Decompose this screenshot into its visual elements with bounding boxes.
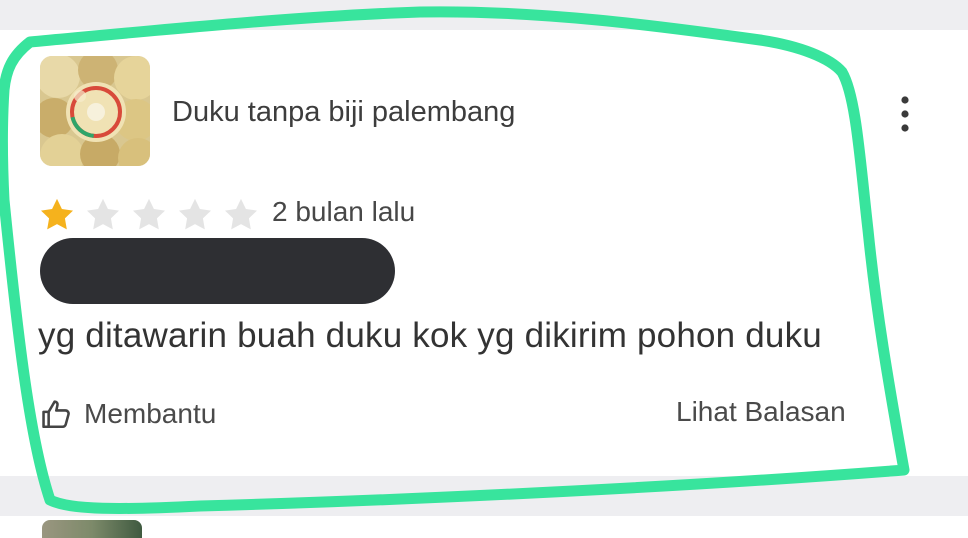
helpful-label: Membantu — [84, 398, 217, 429]
page-background-bottom — [0, 476, 968, 516]
thumbs-up-icon — [42, 400, 70, 429]
product-name[interactable]: Duku tanpa biji palembang — [172, 96, 515, 129]
star-icon — [179, 198, 211, 230]
view-replies-link[interactable]: Lihat Balasan — [676, 396, 846, 428]
more-vertical-icon[interactable] — [890, 92, 920, 136]
redacted-reviewer-name — [40, 238, 395, 304]
star-icon — [87, 198, 119, 230]
page-background-top — [0, 0, 968, 30]
helpful-button[interactable]: Membantu — [40, 392, 216, 436]
star-icon — [133, 198, 165, 230]
star-rating — [38, 196, 258, 236]
product-thumbnail[interactable] — [40, 56, 150, 166]
product-image — [40, 56, 150, 166]
next-product-thumbnail — [42, 520, 142, 538]
review-text: yg ditawarin buah duku kok yg dikirim po… — [38, 316, 822, 355]
review-time: 2 bulan lalu — [272, 196, 416, 227]
star-icon — [225, 198, 257, 230]
star-icon — [41, 198, 73, 230]
next-review-card — [0, 516, 968, 538]
